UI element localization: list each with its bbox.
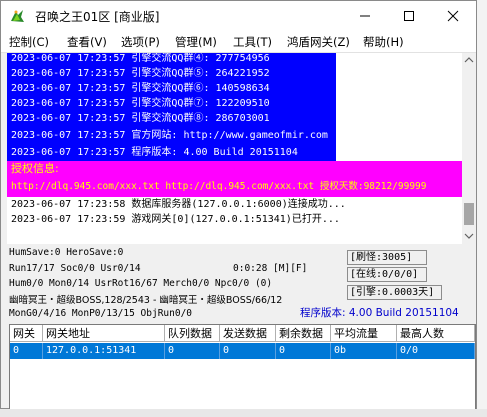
log-line: 2023-06-07 17:23:57 引擎交流QQ群⑥: 140598634	[11, 83, 270, 94]
background-window-edge	[476, 0, 487, 417]
column-header[interactable]: 剩余数据	[276, 325, 331, 342]
menu-manage[interactable]: 管理(M)	[175, 34, 217, 50]
main-window: 召唤之王01区 [商业版] 控制(C) 查看(V) 选项(P) 管理(M) 工具…	[0, 0, 477, 410]
menu-help[interactable]: 帮助(H)	[363, 34, 404, 50]
refresh-monster-box: [刷怪:3005]	[347, 250, 427, 265]
log-panel[interactable]: 2023-06-07 17:23:57 引擎交流QQ群④: 277754956 …	[7, 53, 462, 244]
log-line: 2023-06-07 17:23:57 引擎交流QQ群④: 277754956	[11, 53, 270, 64]
status-boss-info: 幽暗冥王・超级BOSS,128/2543 - 幽暗冥王・超级BOSS/66/12	[9, 295, 283, 306]
log-scrollbar[interactable]	[462, 53, 476, 244]
menu-bar: 控制(C) 查看(V) 选项(P) 管理(M) 工具(T) 鸿盾网关(Z) 帮助…	[1, 31, 476, 53]
maximize-button[interactable]	[387, 1, 431, 31]
column-header[interactable]: 最高人数	[397, 325, 475, 342]
log-line: 授权信息:	[11, 162, 59, 175]
status-clock: 0:0:28 [M][F]	[233, 263, 308, 274]
online-count-box: [在线:0/0/0]	[347, 267, 427, 282]
minimize-icon	[360, 15, 370, 17]
window-title: 召唤之王01区 [商业版]	[35, 10, 160, 24]
menu-control[interactable]: 控制(C)	[9, 34, 49, 50]
table-cell: 0	[165, 343, 220, 359]
log-line: http://dlq.945.com/xxx.txt http://dlq.94…	[11, 181, 427, 192]
close-icon	[447, 10, 459, 22]
taskbar-edge	[0, 409, 487, 417]
maximize-icon	[404, 11, 414, 21]
menu-options[interactable]: 选项(P)	[121, 34, 160, 50]
column-header[interactable]: 网关	[10, 325, 43, 342]
status-run-counts: Run17/17 Soc0/0 Usr0/14	[9, 263, 141, 274]
gateway-table[interactable]: 网关 网关地址 队列数据 发送数据 剩余数据 平均流量 最高人数 0 127.0…	[9, 324, 476, 410]
menu-view[interactable]: 查看(V)	[67, 34, 107, 50]
menu-tools[interactable]: 工具(T)	[233, 34, 272, 50]
program-version: 程序版本: 4.00 Build 20151104	[300, 307, 459, 319]
log-line: 2023-06-07 17:23:57 引擎交流QQ群⑧: 286703001	[11, 113, 270, 124]
app-icon	[11, 10, 24, 22]
scroll-up-icon[interactable]	[464, 56, 474, 64]
column-header[interactable]: 平均流量	[331, 325, 397, 342]
column-header[interactable]: 发送数据	[220, 325, 276, 342]
menu-hongdun-gateway[interactable]: 鸿盾网关(Z)	[287, 34, 350, 50]
status-human-counts: Hum0/0 Mon0/14 UsrRot16/67 Merch0/0 Npc0…	[9, 278, 273, 289]
title-bar[interactable]: 召唤之王01区 [商业版]	[1, 1, 476, 31]
engine-time-box: [引擎:0.0003天]	[347, 285, 442, 300]
close-button[interactable]	[431, 1, 475, 31]
status-save-counts: HumSave:0 HeroSave:0	[9, 247, 124, 258]
table-cell: 0b	[331, 343, 397, 359]
log-line: 2023-06-07 17:23:57 官方网站: http://www.gam…	[11, 130, 328, 141]
log-line: 2023-06-07 17:23:59 游戏网关[0](127.0.0.1:51…	[11, 214, 340, 225]
log-line: 2023-06-07 17:23:57 程序版本: 4.00 Build 201…	[11, 147, 298, 158]
table-cell: 0/0	[397, 343, 475, 359]
log-line: 2023-06-07 17:23:57 引擎交流QQ群⑤: 264221952	[11, 68, 270, 79]
minimize-button[interactable]	[343, 1, 387, 31]
table-row[interactable]: 0 127.0.0.1:51341 0 0 0 0b 0/0	[10, 343, 475, 359]
table-cell: 0	[276, 343, 331, 359]
status-monster-counts: MonG0/4/16 MonP0/13/15 ObjRun0/0	[9, 308, 193, 319]
status-panel: HumSave:0 HeroSave:0 Run17/17 Soc0/0 Usr…	[7, 247, 476, 323]
log-line: 2023-06-07 17:23:58 数据库服务器(127.0.0.1:600…	[11, 199, 346, 210]
log-line: 2023-06-07 17:23:57 引擎交流QQ群⑦: 122209510	[11, 98, 270, 109]
table-cell: 0	[220, 343, 276, 359]
scroll-down-icon[interactable]	[464, 232, 474, 240]
column-header[interactable]: 队列数据	[165, 325, 220, 342]
scroll-thumb[interactable]	[464, 203, 474, 225]
table-cell: 127.0.0.1:51341	[43, 343, 165, 359]
table-cell: 0	[10, 343, 43, 359]
column-header[interactable]: 网关地址	[43, 325, 165, 342]
